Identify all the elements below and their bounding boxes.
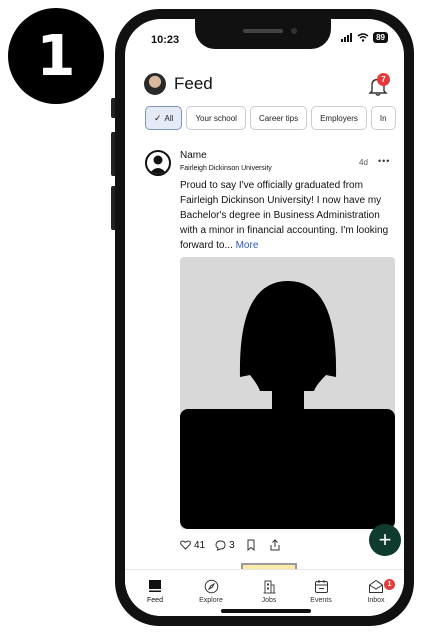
calendar-icon (314, 579, 328, 593)
chip-label: Employers (320, 113, 358, 123)
post-author-school: Fairleigh Dickinson University (180, 165, 272, 172)
phone-frame: 10:23 89 Feed 7 ✓ All Your school Career… (115, 9, 414, 626)
person-silhouette-icon (149, 155, 167, 174)
like-button[interactable]: 41 (180, 540, 205, 551)
battery-indicator: 89 (373, 32, 388, 43)
nav-item-inbox[interactable]: Inbox (348, 570, 404, 604)
filter-chips: ✓ All Your school Career tips Employers … (145, 106, 396, 130)
comment-count: 3 (229, 539, 235, 551)
status-time: 10:23 (151, 34, 180, 46)
bookmark-icon[interactable] (245, 539, 257, 551)
front-camera (291, 28, 297, 34)
post-more-link[interactable]: More (236, 240, 259, 251)
user-avatar[interactable] (144, 73, 166, 95)
chip-employers[interactable]: Employers (311, 106, 367, 130)
feed-header: Feed (144, 73, 213, 95)
chip-label: Your school (195, 113, 237, 123)
chip-your-school[interactable]: Your school (186, 106, 246, 130)
nav-label: Inbox (367, 597, 385, 604)
post-text: Proud to say I've officially graduated f… (180, 180, 389, 251)
inbox-icon (369, 579, 383, 593)
status-icons: 89 (341, 32, 388, 43)
wifi-icon (357, 33, 369, 42)
post-timestamp: 4d (359, 158, 368, 167)
phone-notch (195, 19, 331, 49)
post-more-menu[interactable]: ••• (378, 156, 390, 166)
create-post-button[interactable]: + (369, 524, 401, 556)
post-image[interactable] (180, 257, 395, 529)
like-count: 41 (194, 539, 206, 551)
heart-icon (180, 540, 191, 550)
comment-icon (215, 539, 226, 551)
nav-label: Feed (147, 597, 163, 604)
page-title: Feed (174, 74, 213, 93)
inbox-badge: 1 (384, 579, 395, 590)
notification-badge: 7 (377, 73, 390, 86)
home-indicator[interactable] (221, 609, 311, 613)
chip-all[interactable]: ✓ All (145, 106, 183, 130)
nav-label: Events (310, 597, 332, 604)
nav-item-events[interactable]: Events (293, 570, 349, 604)
chip-partial[interactable]: In (370, 106, 396, 130)
post-actions: 41 3 (180, 539, 281, 551)
share-icon[interactable] (269, 539, 281, 551)
earpiece-speaker (243, 29, 283, 33)
building-icon (263, 580, 275, 593)
nav-label: Jobs (261, 597, 277, 604)
chip-label: In (379, 113, 387, 123)
signal-icon (341, 33, 353, 42)
chip-label: Career tips (258, 113, 299, 123)
post-author-name[interactable]: Name (180, 150, 207, 161)
nav-label: Explore (199, 597, 223, 604)
post-body: Proud to say I've officially graduated f… (180, 178, 394, 253)
comment-button[interactable]: 3 (215, 540, 235, 551)
chip-label: All (164, 113, 174, 123)
compass-icon (204, 579, 218, 593)
person-silhouette-image (180, 281, 395, 529)
post-author-avatar[interactable] (145, 150, 171, 176)
nav-item-jobs[interactable]: Jobs (241, 570, 297, 604)
chip-career-tips[interactable]: Career tips (249, 106, 308, 130)
nav-item-explore[interactable]: Explore (183, 570, 239, 604)
phone-screen: 10:23 89 Feed 7 ✓ All Your school Career… (125, 19, 404, 616)
nav-item-feed[interactable]: Feed (127, 570, 183, 604)
feed-icon (149, 580, 161, 592)
step-number-badge: 1 (8, 8, 104, 104)
checkmark-icon: ✓ (154, 112, 162, 123)
